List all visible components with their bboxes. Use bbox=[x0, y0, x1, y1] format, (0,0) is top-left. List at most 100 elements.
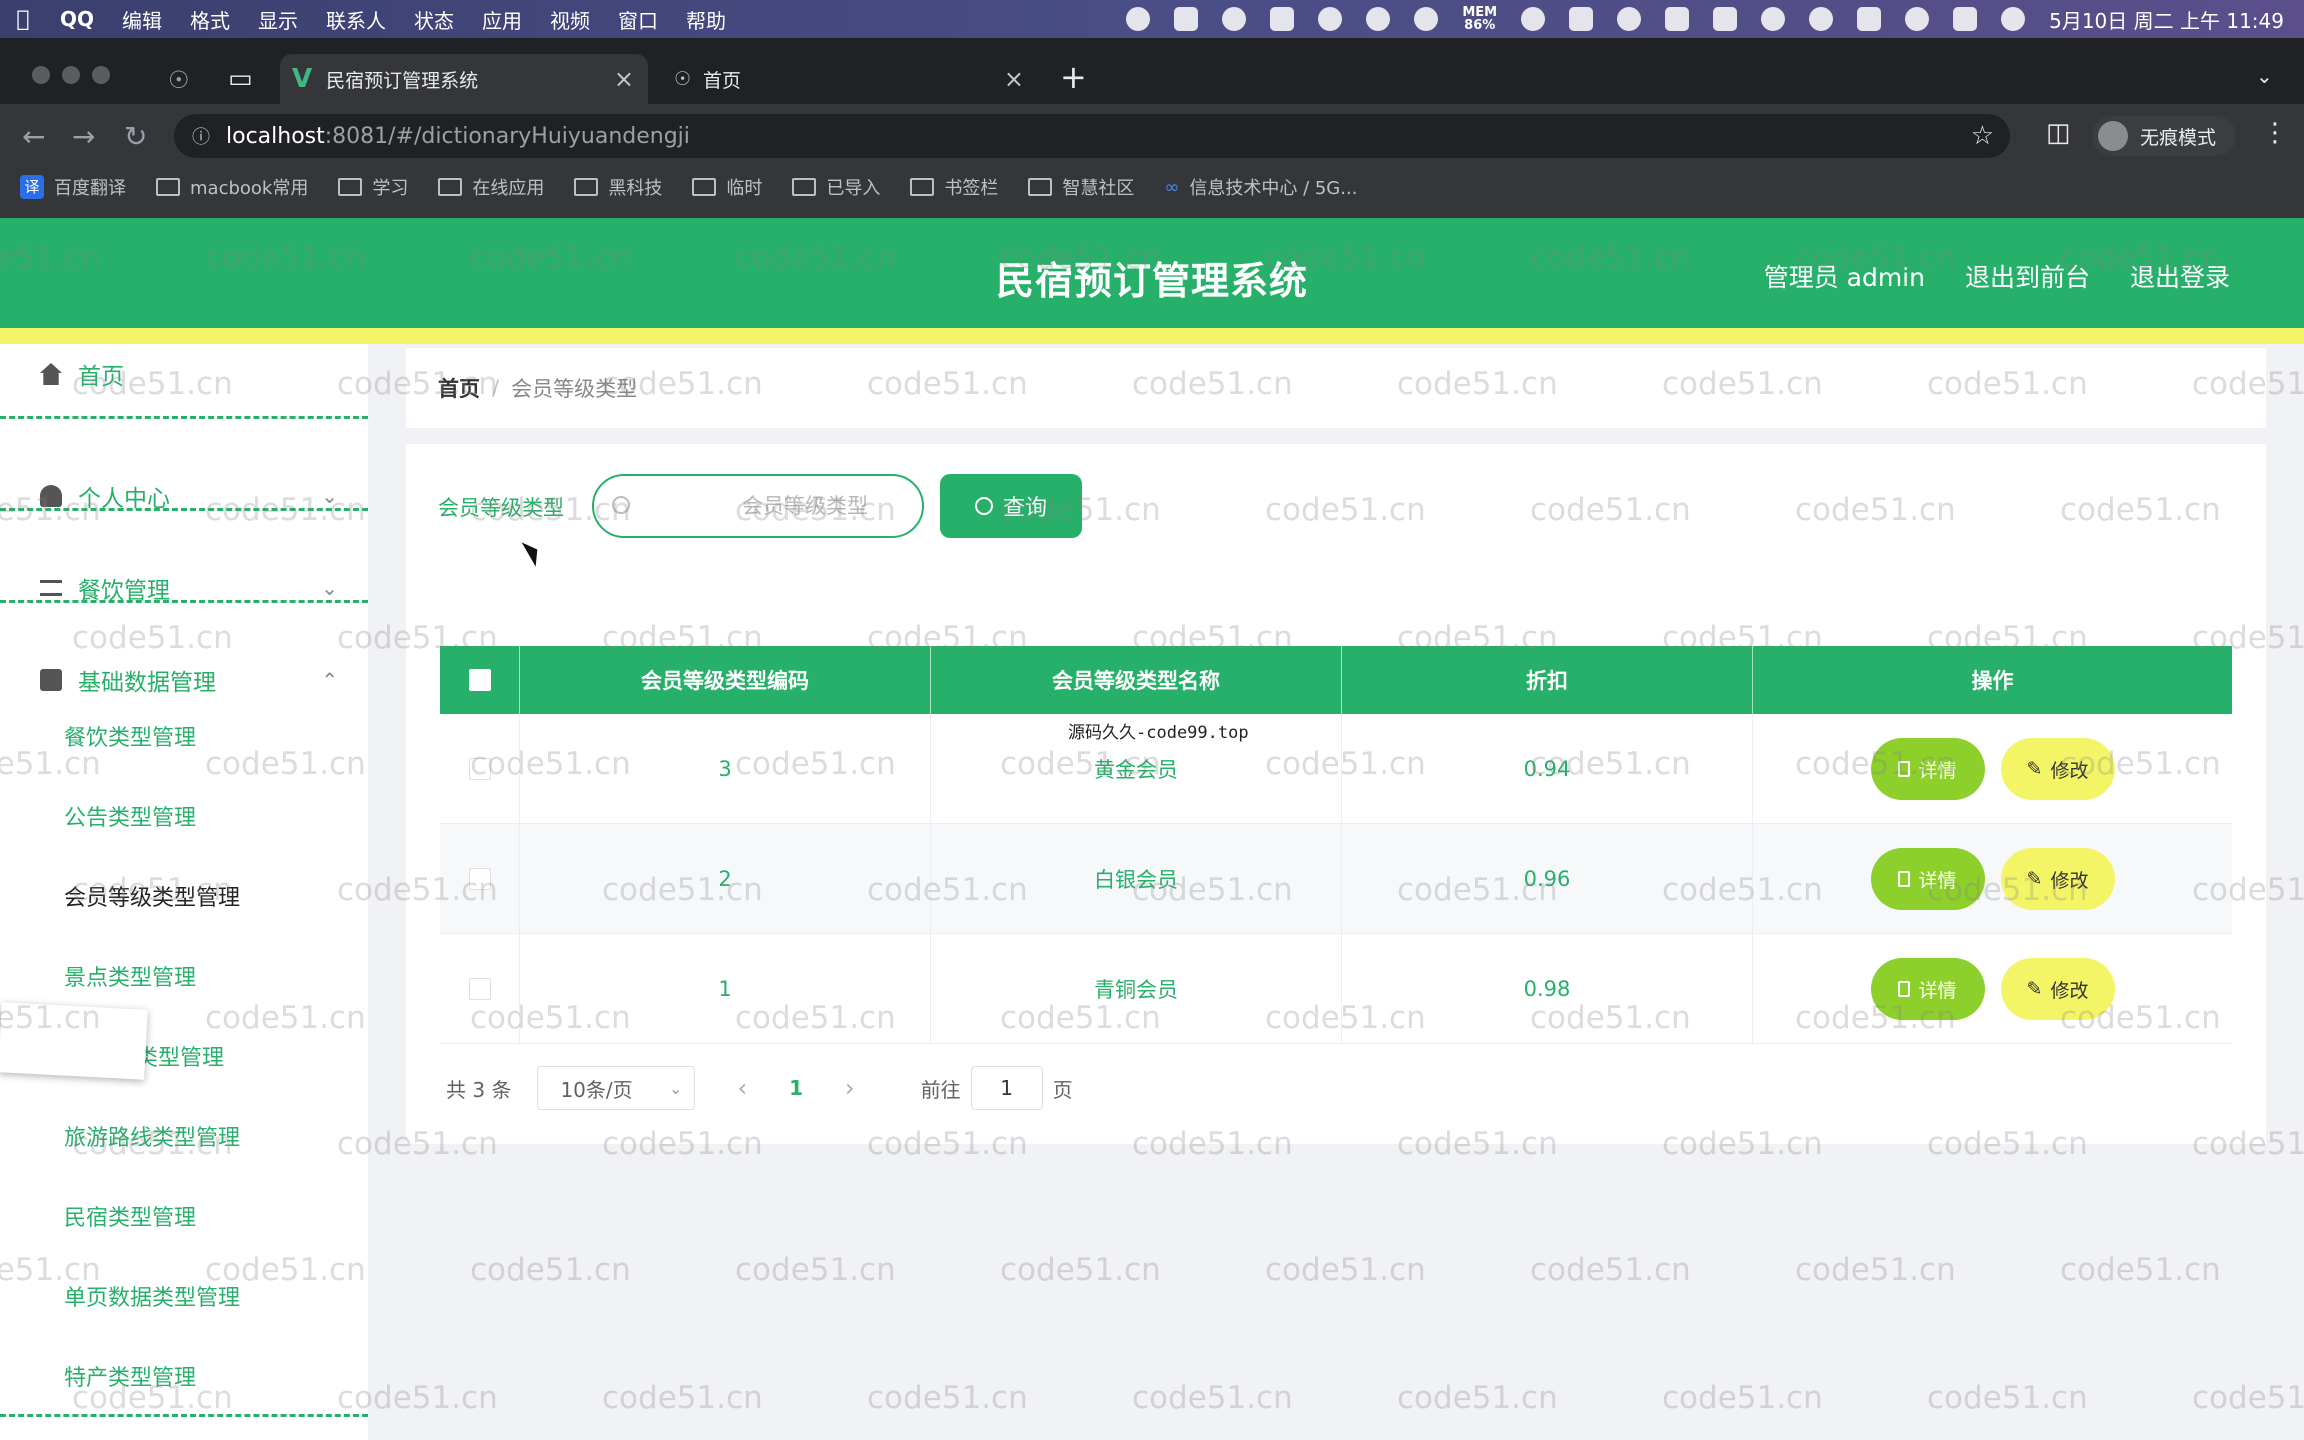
bookmark-it-center[interactable]: ∞ 信息技术中心 / 5G... bbox=[1164, 174, 1357, 200]
bookmark-folder[interactable]: 学习 bbox=[338, 174, 408, 200]
siri-icon[interactable] bbox=[2001, 7, 2026, 31]
window-zoom-button[interactable] bbox=[92, 66, 110, 84]
next-page-icon[interactable]: › bbox=[845, 1074, 855, 1102]
app-s-icon[interactable] bbox=[1857, 7, 1882, 31]
search-input[interactable] bbox=[592, 474, 924, 538]
new-tab-icon[interactable]: + bbox=[1060, 58, 1087, 96]
menu-apps[interactable]: 应用 bbox=[468, 5, 536, 34]
detail-button[interactable]: 详情 bbox=[1870, 848, 1985, 910]
notification-icon[interactable] bbox=[1318, 7, 1343, 31]
tab-title: 民宿预订管理系统 bbox=[326, 69, 479, 92]
back-icon[interactable]: ← bbox=[22, 120, 45, 153]
bookmark-folder[interactable]: 临时 bbox=[692, 174, 762, 200]
chat-icon[interactable] bbox=[1366, 7, 1391, 31]
row-checkbox[interactable] bbox=[468, 868, 491, 890]
edit-label: 修改 bbox=[2050, 760, 2089, 782]
row-checkbox[interactable] bbox=[468, 978, 491, 1000]
settings-gear-icon[interactable] bbox=[1414, 7, 1439, 31]
bookmark-label: 在线应用 bbox=[472, 178, 545, 199]
memory-indicator[interactable]: MEM 86% bbox=[1462, 6, 1497, 32]
sidebar-divider bbox=[0, 600, 368, 603]
select-all-checkbox[interactable] bbox=[468, 669, 491, 691]
microphone-icon[interactable] bbox=[1126, 7, 1151, 31]
input-method-icon[interactable] bbox=[1174, 7, 1199, 31]
bookmark-folder[interactable]: 已导入 bbox=[792, 174, 880, 200]
sidebar-sub-partial-type[interactable]: 类型管理 bbox=[136, 1040, 224, 1072]
tab-close-icon[interactable]: × bbox=[1004, 65, 1024, 93]
user-icon[interactable] bbox=[1809, 7, 1834, 31]
sidebar-sub-homestay-type[interactable]: 民宿类型管理 bbox=[64, 1200, 196, 1232]
tab-close-icon[interactable]: × bbox=[614, 65, 634, 93]
apple-icon[interactable]:  bbox=[0, 7, 46, 32]
tab-active[interactable]: V 民宿预订管理系统 × bbox=[280, 54, 648, 104]
watermark-text: code51.cn bbox=[1000, 1252, 1161, 1288]
menu-help[interactable]: 帮助 bbox=[672, 5, 740, 34]
prev-page-icon[interactable]: ‹ bbox=[737, 1074, 747, 1102]
record-icon[interactable] bbox=[1222, 7, 1247, 31]
globe-icon[interactable]: ☉ bbox=[168, 66, 190, 94]
bookmark-folder[interactable]: 智慧社区 bbox=[1028, 174, 1134, 200]
window-icon[interactable] bbox=[1569, 7, 1594, 31]
search-button[interactable]: 查询 bbox=[940, 474, 1082, 538]
tab-list-chevron-icon[interactable]: ⌄ bbox=[2256, 64, 2273, 88]
tab-window-icon[interactable]: ▭ bbox=[228, 64, 253, 94]
menu-view[interactable]: 显示 bbox=[244, 5, 312, 34]
wps-icon[interactable] bbox=[1270, 7, 1295, 31]
logout-link[interactable]: 退出登录 bbox=[2130, 258, 2230, 294]
site-info-icon[interactable]: ⓘ bbox=[192, 123, 210, 149]
edit-button[interactable]: ✎ 修改 bbox=[2000, 848, 2115, 910]
page-size-select[interactable]: 10条/页 ⌄ bbox=[537, 1066, 696, 1110]
menu-format[interactable]: 格式 bbox=[176, 5, 244, 34]
reload-icon[interactable]: ↻ bbox=[124, 120, 147, 153]
menu-edit[interactable]: 编辑 bbox=[108, 5, 176, 34]
window-minimize-button[interactable] bbox=[62, 66, 80, 84]
wifi-icon[interactable] bbox=[1761, 7, 1786, 31]
control-center-icon[interactable] bbox=[1953, 7, 1978, 31]
sidebar-sub-single-page-type[interactable]: 单页数据类型管理 bbox=[64, 1280, 240, 1312]
page-number[interactable]: 1 bbox=[789, 1076, 803, 1100]
sidebar-sub-specialty-type[interactable]: 特产类型管理 bbox=[64, 1360, 196, 1392]
bookmark-folder[interactable]: 黑科技 bbox=[574, 174, 662, 200]
incognito-badge[interactable]: 无痕模式 bbox=[2092, 116, 2237, 156]
cell-actions: 详情 ✎ 修改 bbox=[1753, 714, 2232, 824]
bookmark-star-icon[interactable]: ☆ bbox=[1971, 121, 1994, 151]
bluetooth-icon[interactable] bbox=[1665, 7, 1690, 31]
bookmark-baidu-translate[interactable]: 译百度翻译 bbox=[20, 174, 126, 200]
browser-menu-icon[interactable]: ⋮ bbox=[2262, 118, 2288, 148]
exit-to-front-link[interactable]: 退出到前台 bbox=[1965, 258, 2090, 294]
edit-button[interactable]: ✎ 修改 bbox=[2000, 958, 2115, 1020]
info-icon[interactable] bbox=[1521, 7, 1546, 31]
side-panel-icon[interactable]: ◫ bbox=[2046, 118, 2071, 148]
sidebar-item-home[interactable]: 首页 bbox=[0, 344, 368, 404]
sidebar-item-catering[interactable]: 餐饮管理 ⌄ bbox=[0, 558, 368, 618]
row-checkbox[interactable] bbox=[468, 758, 491, 780]
forward-icon[interactable]: → bbox=[72, 120, 95, 153]
sidebar-sub-member-level-type[interactable]: 会员等级类型管理 bbox=[64, 880, 240, 912]
sidebar-sub-travel-route-type[interactable]: 旅游路线类型管理 bbox=[64, 1120, 240, 1152]
menubar-clock[interactable]: 5月10日 周二 上午 11:49 bbox=[2049, 5, 2284, 34]
breadcrumb-home[interactable]: 首页 bbox=[438, 373, 480, 403]
fan-icon[interactable] bbox=[1617, 7, 1642, 31]
sidebar-sub-scenic-type[interactable]: 景点类型管理 bbox=[64, 960, 196, 992]
edit-button[interactable]: ✎ 修改 bbox=[2000, 738, 2115, 800]
bookmark-folder[interactable]: macbook常用 bbox=[156, 174, 308, 200]
detail-button[interactable]: 详情 bbox=[1870, 738, 1985, 800]
tab-home[interactable]: ☉ 首页 × bbox=[660, 54, 1038, 104]
menu-contacts[interactable]: 联系人 bbox=[312, 5, 400, 34]
sidebar-item-basic-data[interactable]: 基础数据管理 ⌃ bbox=[0, 650, 368, 710]
menu-window[interactable]: 窗口 bbox=[604, 5, 672, 34]
menu-status[interactable]: 状态 bbox=[400, 5, 468, 34]
sidebar-item-personal[interactable]: 个人中心 ⌄ bbox=[0, 466, 368, 526]
menu-qq[interactable]: QQ bbox=[46, 7, 108, 31]
sidebar-sub-catering-type[interactable]: 餐饮类型管理 bbox=[64, 720, 196, 752]
menu-video[interactable]: 视频 bbox=[536, 5, 604, 34]
window-close-button[interactable] bbox=[32, 66, 50, 84]
search-icon[interactable] bbox=[1905, 7, 1930, 31]
battery-icon[interactable] bbox=[1713, 7, 1738, 31]
bookmark-folder[interactable]: 书签栏 bbox=[910, 174, 998, 200]
bookmark-folder[interactable]: 在线应用 bbox=[438, 174, 544, 200]
address-bar[interactable]: ⓘ localhost:8081/#/dictionaryHuiyuandeng… bbox=[174, 114, 2010, 158]
detail-button[interactable]: 详情 bbox=[1870, 958, 1985, 1020]
sidebar-sub-notice-type[interactable]: 公告类型管理 bbox=[64, 800, 196, 832]
goto-page-input[interactable]: 1 bbox=[970, 1066, 1043, 1110]
